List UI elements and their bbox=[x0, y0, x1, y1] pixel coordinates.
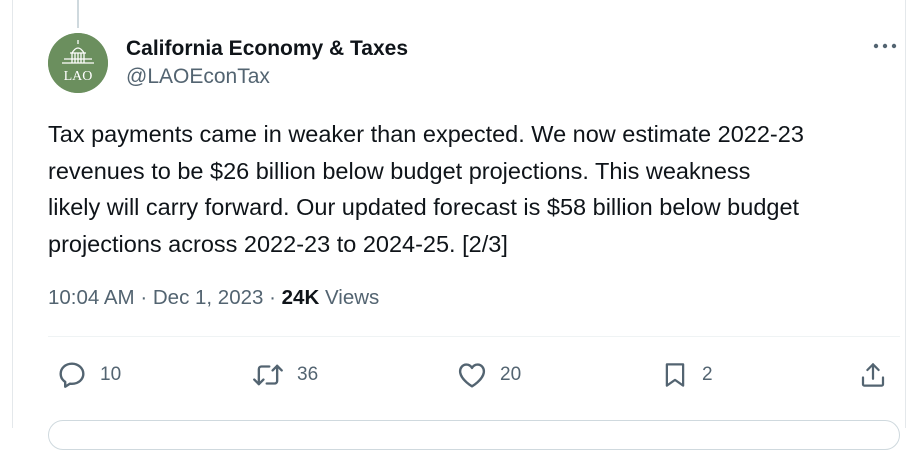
like-button[interactable]: 20 bbox=[456, 355, 521, 395]
reply-icon bbox=[59, 362, 85, 388]
bookmark-count: 2 bbox=[702, 364, 713, 385]
action-bar: 10 36 20 2 bbox=[48, 355, 900, 395]
like-count: 20 bbox=[500, 364, 522, 385]
retweet-button[interactable]: 36 bbox=[251, 355, 318, 395]
retweet-icon bbox=[253, 364, 283, 386]
share-icon bbox=[861, 363, 885, 387]
reply-input-box[interactable] bbox=[48, 420, 900, 450]
author-block: California Economy & Taxes @LAOEconTax bbox=[126, 36, 408, 91]
views-count[interactable]: 24K bbox=[282, 286, 320, 309]
tweet-text: Tax payments came in weaker than expecte… bbox=[48, 121, 804, 257]
author-handle[interactable]: @LAOEconTax bbox=[126, 63, 408, 91]
tweet-time[interactable]: 10:04 AM bbox=[48, 286, 135, 309]
author-display-name[interactable]: California Economy & Taxes bbox=[126, 36, 408, 62]
avatar[interactable]: LAO bbox=[48, 33, 108, 93]
reply-count: 10 bbox=[100, 364, 122, 385]
tweet-card: LAO California Economy & Taxes @LAOEconT… bbox=[12, 0, 906, 450]
reply-button[interactable]: 10 bbox=[56, 355, 121, 395]
tweet-date[interactable]: Dec 1, 2023 bbox=[153, 286, 264, 309]
capitol-dome-icon: LAO bbox=[48, 33, 108, 93]
share-button[interactable] bbox=[858, 355, 888, 395]
retweet-count: 36 bbox=[297, 364, 319, 385]
bookmark-icon bbox=[665, 363, 685, 387]
more-dots-icon bbox=[873, 43, 897, 49]
divider bbox=[48, 336, 900, 337]
meta-separator: · bbox=[269, 286, 276, 309]
heart-icon bbox=[458, 363, 486, 388]
tweet-meta: 10:04 AM · Dec 1, 2023 · 24K Views bbox=[48, 284, 379, 312]
more-button[interactable] bbox=[871, 36, 899, 56]
views-label: Views bbox=[324, 286, 380, 309]
thread-connector-line bbox=[77, 0, 79, 28]
meta-separator: · bbox=[140, 286, 148, 309]
bookmark-button[interactable]: 2 bbox=[660, 355, 713, 395]
avatar-text: LAO bbox=[64, 69, 93, 84]
